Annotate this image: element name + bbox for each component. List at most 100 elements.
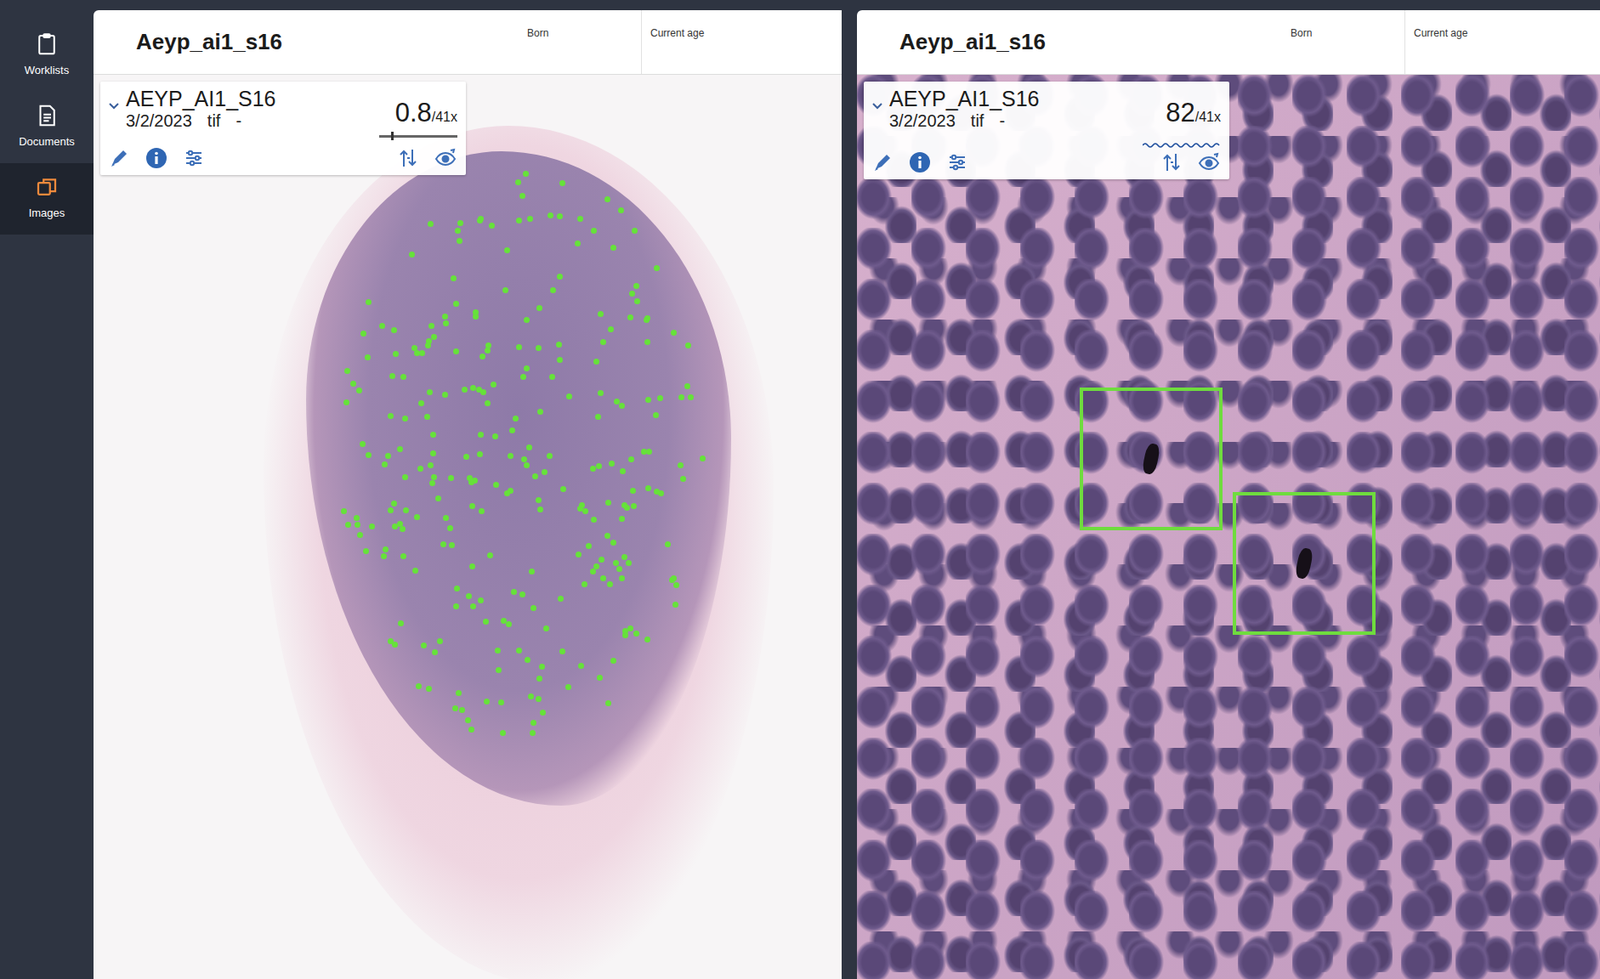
detection-dot: [607, 326, 614, 333]
detection-dot: [453, 603, 460, 610]
detection-dot: [470, 603, 477, 610]
detection-dot: [498, 699, 505, 706]
detection-dot: [448, 542, 455, 549]
sidebar-item[interactable]: Documents: [0, 91, 94, 164]
detection-dot: [618, 516, 625, 522]
detection-dot: [541, 469, 548, 476]
info-icon[interactable]: [907, 150, 932, 175]
detection-dot: [495, 667, 502, 674]
detection-dot: [414, 514, 420, 521]
zoom-value: 82: [1165, 97, 1195, 128]
detection-dot: [436, 638, 443, 645]
sidebar-item[interactable]: Images: [0, 163, 94, 235]
detection-dot: [356, 387, 363, 394]
detection-dot: [523, 462, 530, 469]
zoom-slider-fill[interactable]: [391, 131, 394, 141]
zoom-reading: 0.8/41x: [395, 93, 458, 134]
detection-dot: [368, 523, 375, 530]
zoom-overzoom-indicator: [1142, 135, 1221, 142]
detection-dot: [357, 532, 364, 539]
detection-dot: [526, 444, 533, 451]
chevron-down-icon[interactable]: [107, 86, 121, 113]
detection-dot: [428, 323, 435, 330]
detection-dot: [399, 526, 406, 533]
detection-dot: [527, 693, 534, 700]
detection-dot: [391, 500, 398, 507]
detection-dot: [456, 238, 463, 244]
info-icon[interactable]: [144, 146, 169, 171]
detection-dot: [400, 374, 407, 381]
detection-dot: [627, 625, 634, 632]
slide-image[interactable]: AEYP_AI1_S163/2/2023tif-0.8/41x: [93, 74, 842, 979]
marker-icon[interactable]: [870, 150, 895, 175]
detection-dot: [382, 546, 389, 553]
detection-dot: [402, 415, 409, 422]
detection-dot: [597, 311, 604, 318]
detection-dot: [522, 170, 529, 177]
detection-dot: [510, 589, 517, 596]
detection-dot: [411, 345, 418, 352]
detection-dot: [673, 582, 680, 589]
zoom-value: 0.8: [395, 97, 432, 128]
detection-dot: [484, 400, 491, 407]
detection-dot: [354, 521, 361, 528]
detection-dot: [523, 317, 530, 324]
patient-title: Aeyp_ai1_s16: [856, 10, 1283, 74]
detection-dot: [453, 585, 460, 592]
eye-icon[interactable]: [1197, 150, 1221, 175]
detection-dot: [633, 283, 640, 290]
sliders-icon[interactable]: [181, 146, 206, 171]
slide-image[interactable]: AEYP_AI1_S163/2/2023tif-82/41x: [856, 74, 1600, 979]
detection-dot: [621, 554, 628, 561]
detection-dot: [543, 625, 550, 632]
detection-dot: [442, 515, 449, 522]
detection-dot: [509, 427, 516, 434]
detection-dot: [530, 720, 537, 727]
detection-dot: [621, 502, 628, 509]
detection-dot: [387, 507, 394, 514]
detection-dot: [360, 330, 367, 337]
detection-dot: [527, 215, 534, 222]
slide-info-panel: AEYP_AI1_S163/2/2023tif-0.8/41x: [100, 81, 466, 176]
detection-dot: [483, 698, 490, 705]
detection-dot: [652, 412, 659, 419]
sync-icon[interactable]: [1159, 150, 1184, 175]
mitosis-box[interactable]: [1079, 387, 1223, 531]
detection-dot: [472, 309, 479, 316]
detection-dot: [450, 275, 457, 282]
header-field: Born: [1282, 10, 1405, 74]
detection-dot: [604, 196, 611, 203]
detection-dot: [415, 683, 422, 690]
detection-dot: [499, 730, 506, 737]
slide-extra: -: [235, 111, 242, 131]
detection-dot: [645, 485, 652, 492]
detection-dot: [516, 647, 522, 654]
header-field: Current age: [1404, 10, 1532, 74]
detection-dot: [455, 690, 462, 697]
detection-dot: [556, 213, 563, 220]
detection-dot: [605, 499, 612, 506]
detection-dot: [397, 446, 403, 453]
zoom-slider[interactable]: [379, 135, 458, 138]
detection-dot: [490, 381, 497, 388]
detection-dot: [504, 490, 511, 497]
chevron-down-icon[interactable]: [870, 86, 885, 113]
detection-dot: [590, 465, 596, 472]
eye-icon[interactable]: [433, 146, 458, 171]
sidebar-item[interactable]: Worklists: [0, 20, 94, 92]
sidebar: WorklistsDocumentsImages: [0, 0, 94, 979]
detection-dot: [618, 575, 625, 582]
detection-dot: [431, 334, 437, 341]
zoom-control[interactable]: 0.8/41x: [379, 86, 458, 138]
detection-dot: [459, 707, 466, 714]
detection-dot: [537, 506, 544, 513]
sync-icon[interactable]: [396, 146, 420, 171]
marker-icon[interactable]: [107, 146, 131, 171]
detection-dot: [402, 507, 409, 514]
mitosis-box[interactable]: [1232, 492, 1376, 636]
zoom-control[interactable]: 82/41x: [1142, 86, 1221, 142]
detection-dot: [595, 414, 602, 420]
detection-dot: [539, 663, 545, 670]
detection-dot: [559, 648, 566, 655]
sliders-icon[interactable]: [945, 150, 970, 175]
